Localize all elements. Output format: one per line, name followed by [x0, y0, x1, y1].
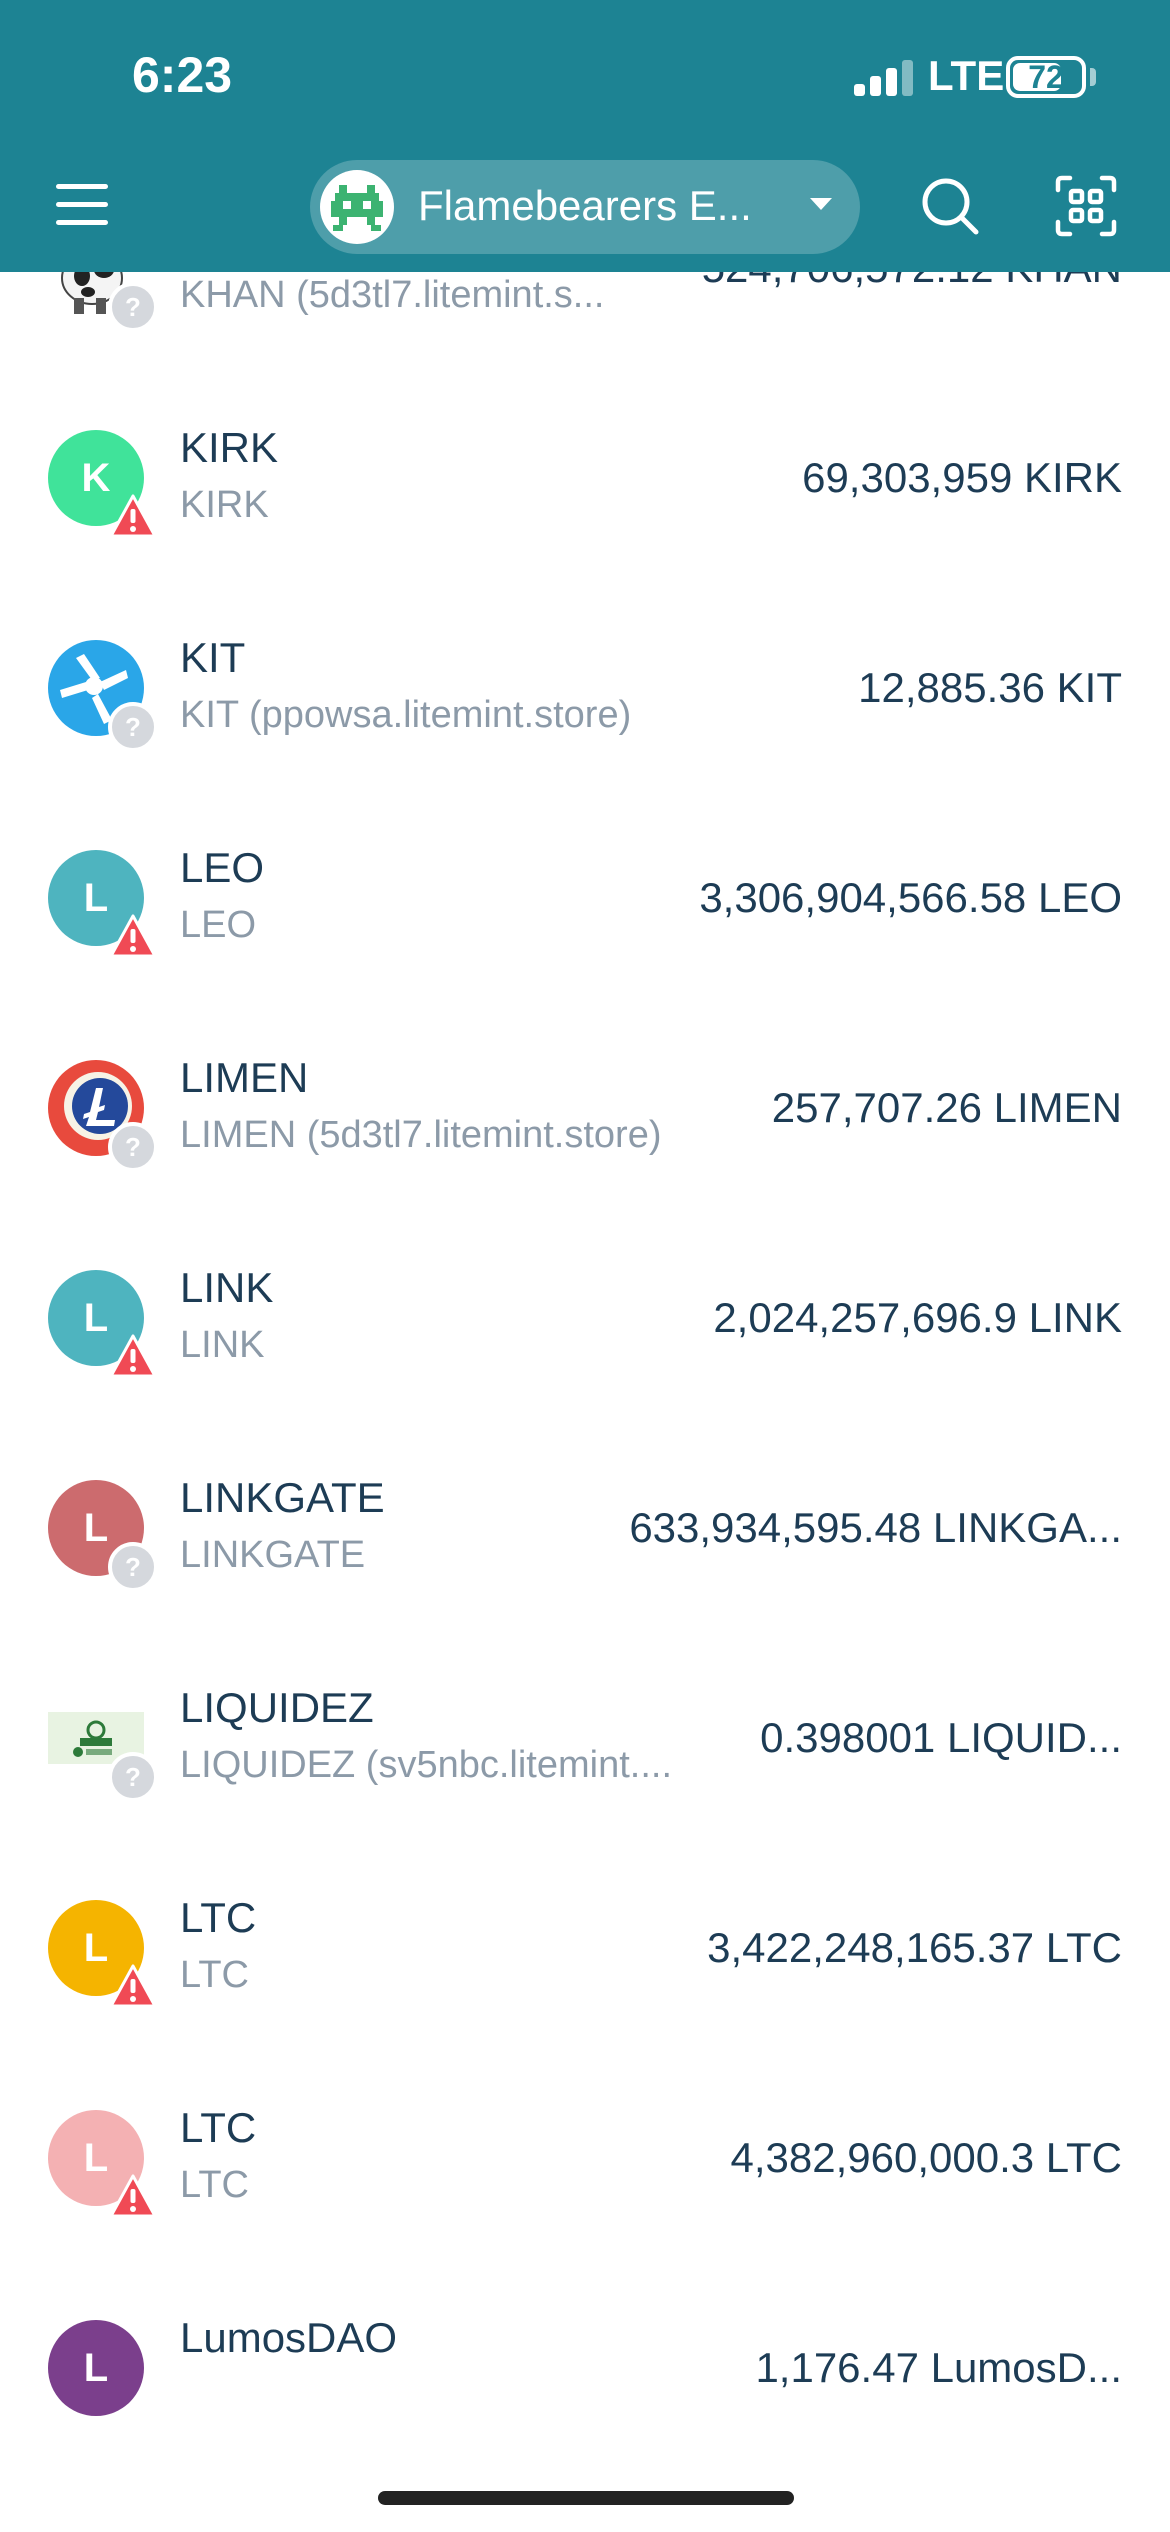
status-time: 6:23 — [132, 47, 233, 103]
question-mark-icon: ? — [108, 1122, 158, 1172]
token-row[interactable]: ? LIQUIDEZ LIQUIDEZ (sv5nbc.litemint.... 0.… — [0, 1640, 1170, 1850]
battery-tip — [1090, 68, 1096, 86]
token-issuer: KHAN (5d3tl7.litemint.s... — [180, 274, 605, 316]
warning-triangle-icon — [108, 2172, 158, 2222]
token-issuer: LINKGATE — [180, 1534, 366, 1576]
token-balance: 633,934,595.48 LINKGA... — [629, 1504, 1122, 1551]
token-balance: 3,422,248,165.37 LTC — [707, 1924, 1122, 1971]
token-balance: 3,306,904,566.58 LEO — [699, 874, 1122, 921]
token-name: LTC — [180, 2104, 257, 2151]
token-row[interactable]: ? LIMEN LIMEN (5d3tl7.litemint.store) 257,7… — [0, 1010, 1170, 1220]
token-balance: 257,707.26 LIMEN — [771, 1084, 1122, 1131]
svg-text:?: ? — [125, 1132, 141, 1162]
svg-text:?: ? — [125, 1762, 141, 1792]
token-balance: 12,885.36 KIT — [858, 664, 1122, 711]
svg-text:?: ? — [125, 292, 141, 322]
token-balance: 2,024,257,696.9 LINK — [713, 1294, 1122, 1341]
token-issuer: LINK — [180, 1324, 265, 1366]
letter-avatar-icon: L — [48, 2320, 144, 2416]
token-issuer: LIQUIDEZ (sv5nbc.litemint.... — [180, 1744, 673, 1786]
token-balance: 0.398001 LIQUID... — [760, 1714, 1122, 1761]
question-mark-icon: ? — [108, 702, 158, 752]
token-row[interactable]: L LTC LTC 3,422,248,165.37 LTC — [0, 1850, 1170, 2060]
question-mark-icon: ? — [108, 1752, 158, 1802]
question-mark-icon: ? — [108, 282, 158, 332]
token-row[interactable]: ? KIT KIT (ppowsa.litemint.store) 12,885.36… — [0, 590, 1170, 800]
status-bar: 6:23 LTE 72 — [0, 0, 1170, 150]
token-issuer: LTC — [180, 2164, 249, 2206]
token-issuer: KIRK — [180, 484, 269, 526]
token-name: LEO — [180, 844, 265, 891]
token-balance: 1,176.47 LumosD... — [755, 2344, 1122, 2391]
battery-icon: 72 — [1006, 56, 1086, 98]
svg-text:?: ? — [125, 712, 141, 742]
token-issuer: KIT (ppowsa.litemint.store) — [180, 694, 632, 736]
home-indicator[interactable] — [378, 2491, 794, 2505]
token-issuer: LIMEN (5d3tl7.litemint.store) — [180, 1114, 662, 1156]
token-name: LIQUIDEZ — [180, 1684, 374, 1731]
token-row[interactable]: L LEO LEO 3,306,904,566.58 LEO — [0, 800, 1170, 1010]
token-list[interactable]: ?KHANKHAN (5d3tl7.litemint.s...524,706,5… — [0, 272, 1170, 2432]
hamburger-menu-icon[interactable] — [52, 174, 116, 234]
token-name: KIT — [180, 634, 246, 681]
token-issuer: LTC — [180, 1954, 249, 1996]
warning-triangle-icon — [108, 492, 158, 542]
token-row[interactable]: K KIRK KIRK 69,303,959 KIRK — [0, 380, 1170, 590]
token-name: LINKGATE — [180, 1474, 385, 1521]
space-invader-avatar-icon — [320, 170, 394, 244]
qr-scan-icon[interactable] — [1054, 174, 1118, 238]
account-selector[interactable]: Flamebearers E... — [310, 160, 860, 254]
token-balance: 69,303,959 KIRK — [802, 454, 1122, 501]
token-name: LIMEN — [180, 1054, 309, 1101]
token-issuer: LEO — [180, 904, 257, 946]
token-balance: 4,382,960,000.3 LTC — [730, 2134, 1122, 2181]
question-mark-icon: ? — [108, 1542, 158, 1592]
token-row[interactable]: ?KHANKHAN (5d3tl7.litemint.s...524,706,5… — [0, 272, 1170, 380]
bottom-safe-area — [0, 2428, 1170, 2532]
battery-level: 72 — [1028, 59, 1064, 95]
token-row[interactable]: L LINK LINK 2,024,257,696.9 LINK — [0, 1220, 1170, 1430]
chevron-down-icon — [810, 198, 832, 210]
token-row[interactable]: L? LINKGATE LINKGATE 633,934,595.48 LINKGA.… — [0, 1430, 1170, 1640]
token-row[interactable]: L LumosDAO 1,176.47 LumosD... — [0, 2270, 1170, 2432]
svg-text:?: ? — [125, 1552, 141, 1582]
search-icon[interactable] — [918, 174, 982, 238]
network-type: LTE — [928, 52, 1005, 99]
warning-triangle-icon — [108, 1332, 158, 1382]
token-name: LTC — [180, 1894, 257, 1941]
warning-triangle-icon — [108, 1962, 158, 2012]
token-name: KIRK — [180, 424, 279, 471]
token-balance: 524,706,572.12 KHAN — [702, 272, 1122, 292]
app-header: 6:23 LTE 72 Flamebearers E... — [0, 0, 1170, 272]
token-row[interactable]: L LTC LTC 4,382,960,000.3 LTC — [0, 2060, 1170, 2270]
signal-strength-icon — [854, 60, 914, 96]
account-name: Flamebearers E... — [418, 182, 752, 229]
token-name: LumosDAO — [180, 2314, 398, 2361]
warning-triangle-icon — [108, 912, 158, 962]
token-name: LINK — [180, 1264, 274, 1311]
